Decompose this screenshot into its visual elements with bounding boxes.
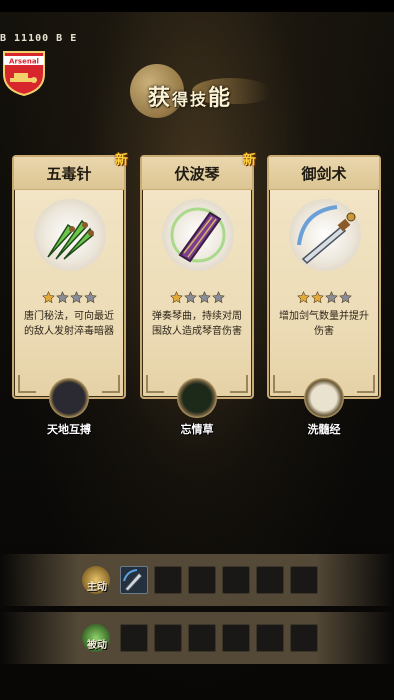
skill-card-wudu[interactable]: 五毒针 新 唐门秘法，可向最近的敌人发射淬毒暗器 <box>12 153 128 399</box>
star-filled-icon <box>169 289 183 304</box>
talent-badge[interactable]: 天地互搏 <box>34 378 104 437</box>
status-bar <box>0 0 394 12</box>
talent-badge[interactable]: 洗髓经 <box>289 378 359 437</box>
skill-card-fubo[interactable]: 伏波琴 新 弹奏琴曲，持续对周围敌人造成琴音伤害 <box>140 153 256 399</box>
star-filled-icon <box>296 289 310 304</box>
skill-icon-frame <box>162 199 234 271</box>
star-empty-icon <box>83 289 97 304</box>
skill-slot[interactable] <box>222 624 250 652</box>
poison-needles-icon <box>47 219 94 260</box>
star-filled-icon <box>310 289 324 304</box>
star-rating <box>142 289 252 305</box>
star-empty-icon <box>338 289 352 304</box>
talent-scripture-icon <box>304 378 344 418</box>
skill-slot[interactable] <box>256 566 284 594</box>
skill-slot[interactable] <box>120 624 148 652</box>
skill-name: 御剑术 <box>301 165 347 183</box>
flying-sword-icon <box>297 205 356 265</box>
star-empty-icon <box>324 289 338 304</box>
star-empty-icon <box>69 289 83 304</box>
skill-slot[interactable] <box>120 566 148 594</box>
star-empty-icon <box>183 289 197 304</box>
passive-skill-label: 被动 <box>76 624 118 656</box>
skill-icon-frame <box>289 199 361 271</box>
club-badge-icon: Arsenal <box>3 51 45 96</box>
talent-label: 洗髓经 <box>307 423 341 436</box>
talent-label: 天地互搏 <box>47 423 91 436</box>
skill-name: 五毒针 <box>46 165 92 183</box>
skill-slot[interactable] <box>290 624 318 652</box>
skill-description: 弹奏琴曲，持续对周围敌人造成琴音伤害 <box>152 311 242 337</box>
card-corner-ornament <box>357 375 375 393</box>
skill-icon-frame <box>34 199 106 271</box>
page-title: 获得技能 <box>148 85 233 111</box>
skill-slot[interactable] <box>222 566 250 594</box>
new-badge: 新 <box>242 153 256 168</box>
active-skill-label: 主动 <box>76 566 118 598</box>
talent-label: 忘情草 <box>180 423 214 436</box>
skill-card-yujian[interactable]: 御剑术 增加剑气数量并提升伤害 <box>267 155 381 399</box>
star-rating <box>14 289 124 305</box>
skill-slot[interactable] <box>154 624 182 652</box>
skill-slot[interactable] <box>188 566 216 594</box>
star-filled-icon <box>41 289 55 304</box>
skill-slot[interactable] <box>154 566 182 594</box>
star-empty-icon <box>211 289 225 304</box>
card-corner-ornament <box>230 375 248 393</box>
card-corner-ornament <box>102 375 120 393</box>
talent-badge[interactable]: 忘情草 <box>162 378 232 437</box>
skill-slot[interactable] <box>256 624 284 652</box>
new-badge: 新 <box>114 153 128 168</box>
title-banner: 获得技能 <box>130 64 270 120</box>
svg-text:Arsenal: Arsenal <box>9 58 39 66</box>
sword-skill-icon <box>123 569 143 592</box>
skill-description: 唐门秘法，可向最近的敌人发射淬毒暗器 <box>24 311 114 337</box>
talent-tiandi-icon <box>49 378 89 418</box>
zither-icon <box>170 207 226 263</box>
skill-name: 伏波琴 <box>174 165 220 183</box>
skill-slot[interactable] <box>290 566 318 594</box>
skill-slot[interactable] <box>188 624 216 652</box>
star-empty-icon <box>197 289 211 304</box>
skill-description: 增加剑气数量并提升伤害 <box>279 311 369 337</box>
star-rating <box>269 289 379 305</box>
talent-grass-icon <box>177 378 217 418</box>
star-empty-icon <box>55 289 69 304</box>
hud-overlay-text: B 11100 B E <box>0 33 78 44</box>
